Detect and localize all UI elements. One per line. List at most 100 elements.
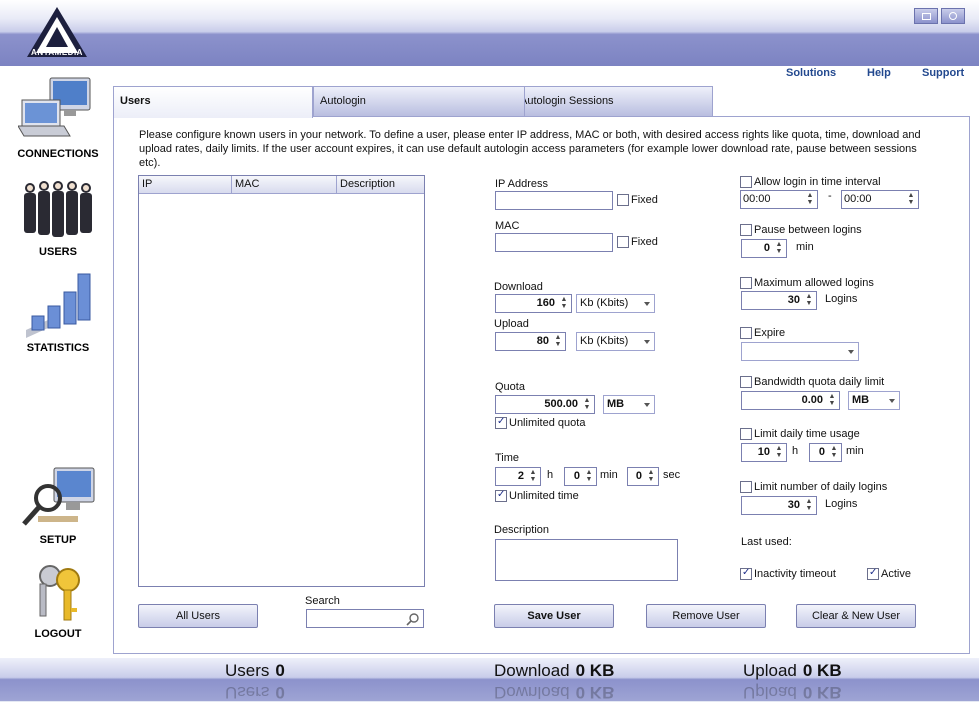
window-controls: [914, 8, 965, 24]
tab-autologin-sessions[interactable]: Autologin Sessions: [513, 86, 713, 116]
users-stat-label: Users: [225, 661, 270, 680]
spinner-arrows-icon[interactable]: ▲ ▼: [645, 469, 657, 484]
spinner-arrows-icon[interactable]: ▲ ▼: [558, 296, 570, 311]
spinner-arrows-icon[interactable]: ▲ ▼: [803, 498, 815, 513]
pause-input[interactable]: 0 ▲ ▼: [741, 239, 787, 258]
connections-icon: [18, 77, 91, 137]
active-checkbox[interactable]: [867, 567, 879, 580]
max-logins-input[interactable]: 30 ▲ ▼: [741, 291, 817, 310]
nav-setup[interactable]: SETUP: [6, 466, 110, 546]
nav-statistics[interactable]: STATISTICS: [6, 270, 110, 354]
mac-fixed-checkbox[interactable]: [617, 236, 629, 248]
download-stat-label: Download: [494, 661, 570, 680]
nav-setup-label: SETUP: [39, 534, 77, 546]
daily-logins-checkbox[interactable]: [740, 481, 752, 493]
users-table[interactable]: IP MAC Description: [138, 175, 425, 587]
tab-users[interactable]: Users: [113, 86, 313, 118]
close-window-button[interactable]: [941, 8, 965, 24]
expire-date-select[interactable]: [741, 342, 859, 361]
spinner-arrows-icon[interactable]: ▲ ▼: [826, 393, 838, 408]
bw-quota-checkbox[interactable]: [740, 376, 752, 388]
search-label: Search: [305, 595, 340, 607]
column-header-ip[interactable]: IP: [139, 176, 232, 193]
upload-unit-value: Kb (Kbits): [580, 335, 629, 347]
inactivity-timeout-checkbox[interactable]: [740, 567, 752, 580]
download-unit-select[interactable]: Kb (Kbits): [576, 294, 655, 313]
download-total-stat: Download 0 KB: [494, 661, 614, 681]
upload-rate-input[interactable]: 80 ▲ ▼: [495, 332, 566, 351]
spinner-arrows-icon[interactable]: ▲ ▼: [581, 397, 593, 412]
pause-checkbox[interactable]: [740, 224, 752, 236]
daily-time-checkbox[interactable]: [740, 428, 752, 440]
bw-quota-input[interactable]: 0.00 ▲ ▼: [741, 391, 840, 410]
pause-unit: min: [796, 241, 814, 253]
nav-logout[interactable]: LOGOUT: [6, 562, 110, 640]
download-stat-value: 0 KB: [575, 661, 615, 680]
unlimited-time-checkbox[interactable]: [495, 489, 507, 502]
time-minutes-input[interactable]: 0 ▲ ▼: [564, 467, 597, 486]
bw-quota-unit-select[interactable]: MB: [848, 391, 900, 410]
spinner-arrows-icon[interactable]: ▲ ▼: [583, 469, 595, 484]
table-header: IP MAC Description: [139, 176, 424, 194]
interval-to-input[interactable]: 00:00 ▲ ▼: [841, 190, 919, 209]
daily-hours-input[interactable]: 10 ▲ ▼: [741, 443, 787, 462]
users-stat-reflection: Users 0: [225, 682, 285, 702]
support-link[interactable]: Support: [922, 67, 964, 79]
nav-connections-label: CONNECTIONS: [17, 148, 99, 160]
upload-unit-select[interactable]: Kb (Kbits): [576, 332, 655, 351]
max-logins-checkbox[interactable]: [740, 277, 752, 289]
quota-unit-select[interactable]: MB: [603, 395, 655, 414]
spinner-arrows-icon[interactable]: ▲ ▼: [527, 469, 539, 484]
column-header-description[interactable]: Description: [337, 176, 424, 193]
mac-input[interactable]: [495, 233, 613, 252]
chevron-down-icon: [644, 403, 650, 407]
chevron-down-icon: [644, 302, 650, 306]
time-seconds-input[interactable]: 0 ▲ ▼: [627, 467, 659, 486]
clear-new-user-button[interactable]: Clear & New User: [796, 604, 916, 628]
spinner-arrows-icon[interactable]: ▲ ▼: [773, 241, 785, 256]
users-stat-value: 0: [275, 661, 285, 680]
search-input[interactable]: [306, 609, 424, 628]
spinner-arrows-icon[interactable]: ▲ ▼: [828, 445, 840, 460]
spinner-arrows-icon[interactable]: ▲ ▼: [803, 293, 815, 308]
allow-interval-checkbox[interactable]: [740, 176, 752, 188]
ip-address-input[interactable]: [495, 191, 613, 210]
spinner-arrows-icon[interactable]: ▲ ▼: [552, 334, 564, 349]
nav-logout-label: LOGOUT: [34, 628, 82, 640]
unlimited-quota-checkbox[interactable]: [495, 416, 507, 429]
column-header-mac[interactable]: MAC: [232, 176, 337, 193]
bw-quota-unit-value: MB: [852, 394, 870, 406]
ip-address-label: IP Address: [495, 178, 548, 190]
bw-quota-label: Bandwidth quota daily limit: [754, 376, 885, 388]
spinner-arrows-icon[interactable]: ▲ ▼: [804, 192, 816, 207]
restore-window-button[interactable]: [914, 8, 938, 24]
help-link[interactable]: Help: [867, 67, 891, 79]
download-reflection-label: Download: [494, 683, 570, 702]
quota-input[interactable]: 500.00 ▲ ▼: [495, 395, 595, 414]
description-textarea[interactable]: [495, 539, 678, 581]
tab-autologin[interactable]: Autologin: [313, 86, 525, 116]
daily-logins-input[interactable]: 30 ▲ ▼: [741, 496, 817, 515]
sidebar: CONNECTIONS USERS STATISTICS SETUP LOGOU…: [0, 66, 114, 658]
ip-fixed-checkbox[interactable]: [617, 194, 629, 206]
nav-users[interactable]: USERS: [6, 178, 110, 258]
spinner-arrows-icon[interactable]: ▲ ▼: [905, 192, 917, 207]
remove-user-button[interactable]: Remove User: [646, 604, 766, 628]
daily-minutes-input[interactable]: 0 ▲ ▼: [809, 443, 842, 462]
solutions-link[interactable]: Solutions: [786, 67, 836, 79]
time-hours-input[interactable]: 2 ▲ ▼: [495, 467, 541, 486]
expire-checkbox[interactable]: [740, 327, 752, 339]
download-rate-input[interactable]: 160 ▲ ▼: [495, 294, 572, 313]
nav-connections[interactable]: CONNECTIONS: [6, 76, 110, 160]
save-user-button[interactable]: Save User: [494, 604, 614, 628]
time-seconds-value: 0: [635, 470, 642, 482]
upload-stat-label: Upload: [743, 661, 797, 680]
quota-unit-value: MB: [607, 398, 625, 410]
tab-autologin-sessions-label: Autologin Sessions: [520, 95, 614, 107]
interval-from-input[interactable]: 00:00 ▲ ▼: [740, 190, 818, 209]
download-reflection-value: 0 KB: [575, 683, 615, 702]
time-label: Time: [495, 452, 520, 464]
time-minutes-unit: min: [600, 469, 618, 481]
all-users-button[interactable]: All Users: [138, 604, 258, 628]
spinner-arrows-icon[interactable]: ▲ ▼: [773, 445, 785, 460]
